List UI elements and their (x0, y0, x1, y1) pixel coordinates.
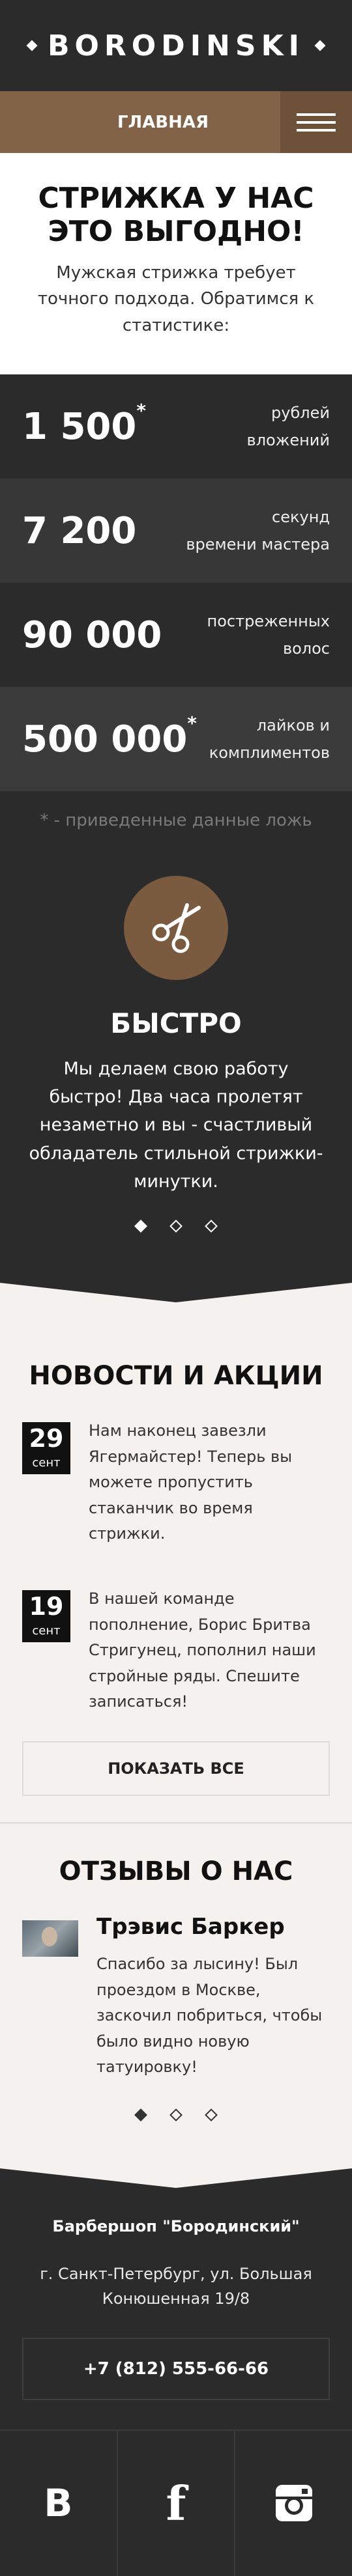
stat-label-line: лайков и (256, 716, 330, 735)
stat-label: лайков и комплиментов (209, 712, 330, 766)
stat-item: 7 200 секунд времени мастера (0, 479, 352, 583)
scissors-icon (124, 876, 228, 981)
burger-menu-icon[interactable] (280, 91, 352, 153)
stat-value: 90 000 (22, 614, 162, 656)
reviews-slider-dots (22, 2108, 330, 2121)
feature-text: Мы делаем свою работу быстро! Два часа п… (29, 1059, 323, 1192)
slider-dot[interactable] (169, 2108, 183, 2121)
stat-number: 1 500 (22, 405, 137, 448)
stat-label-line: секунд (272, 508, 330, 527)
logo-text: BORODINSKI (47, 29, 305, 63)
news-date-month: сент (32, 1623, 61, 1638)
slider-dot-active[interactable] (134, 1220, 147, 1233)
stat-value: 500 000* (22, 712, 197, 761)
slider-dots (26, 1220, 326, 1233)
phone-button[interactable]: +7 (812) 555-66-66 (22, 2337, 330, 2400)
vk-icon[interactable]: B (0, 2430, 118, 2576)
logo-diamond-left (26, 40, 38, 51)
review-body: Трэвис Баркер Спасибо за лысину! Был про… (96, 1914, 330, 2080)
stat-label-line: волос (282, 639, 330, 658)
stat-footnote-mark: * (136, 399, 147, 421)
instagram-icon[interactable] (235, 2431, 352, 2576)
show-all-news-button[interactable]: ПОКАЗАТЬ ВСЕ (22, 1741, 330, 1796)
stat-value: 7 200 (22, 510, 136, 552)
stat-label-line: рублей (271, 404, 330, 423)
site-header: BORODINSKI (0, 0, 352, 91)
news-date-day: 29 (29, 1424, 64, 1453)
burger-line (297, 113, 336, 116)
stat-item: 500 000* лайков и комплиментов (0, 687, 352, 792)
section-divider (0, 2151, 352, 2198)
review-item: Трэвис Баркер Спасибо за лысину! Был про… (22, 1914, 330, 2080)
scissors-icon-svg (152, 903, 201, 953)
review-text: Спасибо за лысину! Был проездом в Москве… (96, 1954, 323, 2077)
news-date-badge: 29 сент (22, 1422, 70, 1475)
news-section: НОВОСТИ И АКЦИИ 29 сент Нам наконец заве… (0, 1322, 352, 1822)
promo-text: Мужская стрижка требует точного подхода.… (37, 263, 315, 335)
section-divider (0, 1283, 352, 1323)
stat-footnote-mark: * (187, 712, 197, 734)
slider-dot[interactable] (205, 1220, 218, 1233)
site-logo[interactable]: BORODINSKI (26, 29, 326, 63)
stat-number: 500 000 (22, 718, 188, 761)
news-item[interactable]: 19 сент В нашей команде пополнение, Бори… (22, 1586, 330, 1715)
stat-item: 1 500* рублей вложений (0, 374, 352, 479)
news-item[interactable]: 29 сент Нам наконец завезли Ягермайстер!… (22, 1418, 330, 1547)
news-date-day: 19 (29, 1591, 64, 1621)
logo-diamond-right (314, 40, 326, 51)
stats-list: 1 500* рублей вложений 7 200 секунд времен… (0, 374, 352, 792)
burger-line (297, 128, 336, 132)
feature-title: БЫСТРО (110, 1007, 242, 1040)
stat-label-line: постреженных (207, 612, 330, 631)
news-date-badge: 19 сент (22, 1589, 70, 1642)
slider-dot[interactable] (205, 2108, 218, 2121)
stats-footnote: * - приведенные данные ложь (0, 791, 352, 850)
promo-section: СТРИЖКА У НАС ЭТО ВЫГОДНО! Мужская стриж… (0, 153, 352, 375)
stat-value: 1 500* (22, 400, 146, 448)
divider-shape (0, 1283, 352, 1323)
stat-label-line: комплиментов (209, 744, 330, 763)
divider-shape (0, 2151, 352, 2188)
site-footer: Барбершоп "Бородинский" г. Санкт-Петербу… (0, 2197, 352, 2429)
stat-label: рублей вложений (247, 399, 330, 454)
stat-item: 90 000 постреженных волос (0, 583, 352, 688)
reviewer-name: Трэвис Баркер (96, 1913, 285, 1940)
burger-line (297, 120, 336, 124)
reviews-title: ОТЗЫВЫ О НАС (59, 1856, 293, 1886)
instagram-icon-svg (275, 2485, 312, 2522)
news-text: В нашей команде пополнение, Борис Бритва… (89, 1589, 316, 1711)
news-text: Нам наконец завезли Ягермайстер! Теперь … (89, 1421, 293, 1543)
news-title: НОВОСТИ И АКЦИИ (29, 1361, 323, 1392)
feature-slider: БЫСТРО Мы делаем свою работу быстро! Два… (0, 850, 352, 1283)
news-date-month: сент (32, 1456, 61, 1470)
main-nav: ГЛАВНАЯ (0, 91, 352, 153)
slider-dot[interactable] (169, 1220, 183, 1233)
footer-company-name: Барбершоп "Бородинский" (52, 2217, 300, 2235)
stat-label: секунд времени мастера (186, 503, 330, 558)
nav-link-home[interactable]: ГЛАВНАЯ (0, 113, 280, 132)
stat-number: 90 000 (22, 613, 162, 656)
reviews-section: ОТЗЫВЫ О НАС Трэвис Баркер Спасибо за лы… (0, 1821, 352, 2152)
footer-address: г. Санкт-Петербург, ул. Большая Конюшенн… (40, 2264, 312, 2308)
stat-label-line: времени мастера (186, 535, 330, 554)
slider-dot-active[interactable] (134, 2108, 147, 2121)
stat-number: 7 200 (22, 509, 137, 552)
social-links: B f (0, 2429, 352, 2576)
promo-title: СТРИЖКА У НАС ЭТО ВЫГОДНО! (38, 182, 314, 248)
facebook-icon[interactable]: f (118, 2430, 236, 2576)
reviewer-avatar (22, 1920, 78, 1957)
stat-label-line: вложений (246, 431, 330, 450)
stat-label: постреженных волос (207, 608, 330, 662)
